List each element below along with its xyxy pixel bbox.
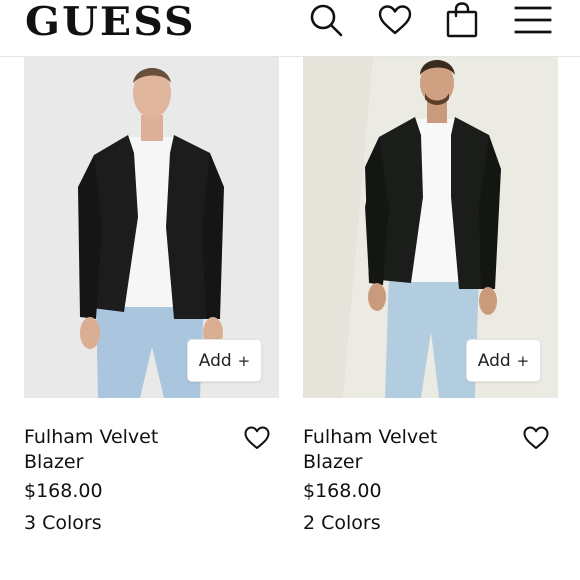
wishlist-heart-icon[interactable] [522, 425, 550, 451]
heart-icon[interactable] [375, 0, 415, 40]
plus-icon: + [516, 351, 530, 370]
add-to-bag-button[interactable]: Add + [466, 339, 541, 382]
wishlist-heart-icon[interactable] [243, 425, 271, 451]
product-price: $168.00 [303, 480, 382, 502]
product-colors[interactable]: 2 Colors [303, 511, 558, 536]
add-label: Add [198, 350, 232, 371]
plus-icon: + [237, 351, 251, 370]
add-label: Add [477, 350, 511, 371]
product-info: Fulham Velvet Blazer $168.00 3 Colors [24, 425, 279, 536]
product-name[interactable]: Fulham Velvet Blazer [24, 425, 184, 475]
add-to-bag-button[interactable]: Add + [187, 339, 262, 382]
search-icon[interactable] [306, 0, 346, 40]
top-header: GUESS [0, 0, 580, 57]
bag-icon[interactable] [444, 0, 480, 40]
product-info: Fulham Velvet Blazer $168.00 2 Colors [303, 425, 558, 536]
product-price: $168.00 [24, 480, 103, 502]
guess-logo[interactable]: GUESS [25, 1, 196, 43]
menu-icon[interactable] [513, 0, 553, 40]
product-colors[interactable]: 3 Colors [24, 511, 279, 536]
product-name[interactable]: Fulham Velvet Blazer [303, 425, 463, 475]
